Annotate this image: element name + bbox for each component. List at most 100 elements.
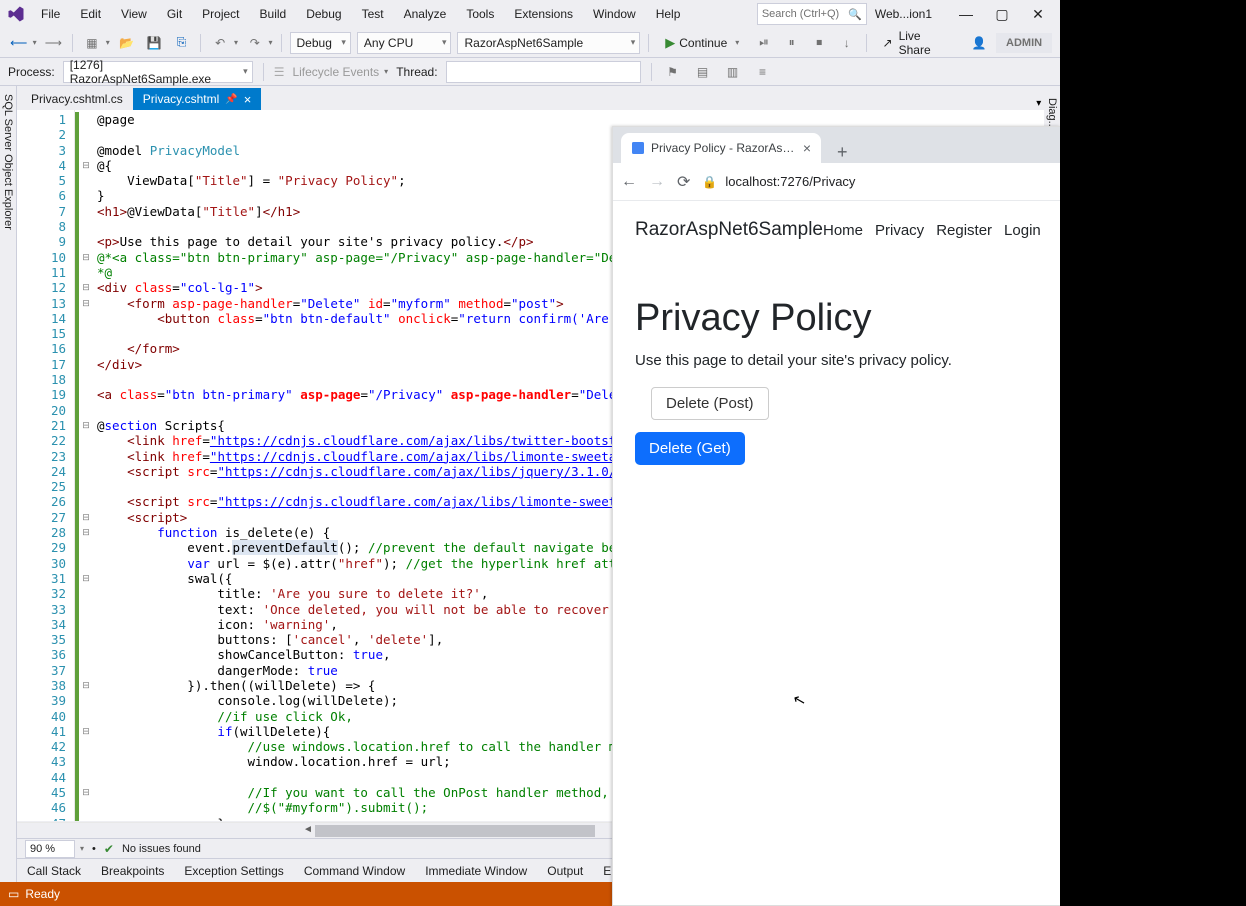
black-background [1060, 0, 1246, 906]
browser-tab-title: Privacy Policy - RazorAspNet6Sa [651, 141, 797, 155]
nav-link-home[interactable]: Home [823, 222, 863, 239]
bottom-tab-output[interactable]: Output [537, 860, 593, 882]
site-brand[interactable]: RazorAspNet6Sample [635, 219, 823, 241]
status-text: Ready [25, 887, 60, 901]
search-icon: 🔍 [848, 8, 862, 21]
save-all-icon[interactable]: ⎘ [171, 32, 193, 54]
site-header: RazorAspNet6Sample Home Privacy Register Lo… [635, 219, 1038, 259]
admin-badge: ADMIN [996, 33, 1052, 53]
line-number-gutter: 1234567891011121314151617181920212223242… [17, 110, 75, 821]
menubar: FileEditViewGitProjectBuildDebugTestAnal… [32, 0, 689, 28]
menu-help[interactable]: Help [647, 3, 690, 25]
delete-post-button[interactable]: Delete (Post) [651, 387, 769, 420]
fold-gutter[interactable]: ⊟⊟⊟⊟⊟⊟⊟⊟⊟⊟⊟ [79, 110, 93, 821]
tab-dropdown-icon[interactable]: ▾ [1036, 98, 1041, 109]
feedback-icon[interactable]: 👤 [968, 32, 990, 54]
continue-button[interactable]: ▶Continue▾ [657, 35, 747, 51]
menu-view[interactable]: View [112, 3, 156, 25]
tab-label: Privacy.cshtml [143, 92, 219, 106]
target-dropdown[interactable]: RazorAspNet6Sample [457, 32, 640, 54]
browser-tab-strip: Privacy Policy - RazorAspNet6Sa × + [613, 127, 1060, 163]
browser-tab[interactable]: Privacy Policy - RazorAspNet6Sa × [621, 133, 821, 163]
search-input[interactable]: Search (Ctrl+Q) 🔍 [757, 3, 867, 25]
menu-file[interactable]: File [32, 3, 69, 25]
bottom-tab-command-window[interactable]: Command Window [294, 860, 415, 882]
menu-edit[interactable]: Edit [71, 3, 110, 25]
bottom-tab-breakpoints[interactable]: Breakpoints [91, 860, 174, 882]
nav-links: Home Privacy Register Login [823, 222, 1041, 239]
check-icon: ✔ [104, 842, 114, 856]
zoom-dropdown[interactable]: 90 % [25, 840, 75, 858]
thread-input[interactable] [446, 61, 641, 83]
issues-label: No issues found [122, 843, 201, 855]
menu-extensions[interactable]: Extensions [505, 3, 582, 25]
menu-window[interactable]: Window [584, 3, 645, 25]
delete-get-button[interactable]: Delete (Get) [635, 432, 745, 465]
minimize-button[interactable]: — [956, 4, 976, 24]
page-favicon-icon [631, 141, 645, 155]
tab-label: Privacy.cshtml.cs [31, 92, 123, 106]
lifecycle-label[interactable]: Lifecycle Events [292, 65, 379, 79]
main-toolbar: ⟵▾ ⟶ ▦▾ 📂 💾 ⎘ ↶▾ ↷▾ Debug Any CPU RazorA… [0, 28, 1060, 58]
debug-icon-2[interactable]: ⏸ [781, 32, 803, 54]
reload-button[interactable]: ⟳ [677, 172, 690, 192]
tab-privacy-cs[interactable]: Privacy.cshtml.cs [21, 88, 133, 110]
maximize-button[interactable]: ▢ [992, 4, 1012, 24]
menu-build[interactable]: Build [251, 3, 296, 25]
platform-dropdown[interactable]: Any CPU [357, 32, 452, 54]
bullet-icon: • [92, 843, 96, 855]
new-tab-button[interactable]: + [831, 142, 854, 163]
close-tab-icon[interactable]: × [244, 92, 252, 107]
nav-link-register[interactable]: Register [936, 222, 992, 239]
debug-icon-3[interactable]: ⏹ [808, 32, 830, 54]
address-bar[interactable]: 🔒 localhost:7276/Privacy [702, 174, 1052, 189]
lock-icon: 🔒 [702, 175, 717, 189]
debug-icon-1[interactable]: ⏯ [753, 32, 775, 54]
open-file-icon[interactable]: 📂 [116, 32, 138, 54]
search-placeholder: Search (Ctrl+Q) [762, 8, 839, 20]
config-dropdown[interactable]: Debug [290, 32, 351, 54]
stack3-icon[interactable]: ≡ [752, 61, 774, 83]
close-button[interactable]: ✕ [1028, 4, 1048, 24]
page-paragraph: Use this page to detail your site's priv… [635, 352, 1038, 369]
process-toolbar: Process: [1276] RazorAspNet6Sample.exe ☰… [0, 58, 1060, 86]
page-content: RazorAspNet6Sample Home Privacy Register Lo… [613, 201, 1060, 905]
thread-label: Thread: [396, 65, 437, 79]
nav-link-privacy[interactable]: Privacy [875, 222, 924, 239]
live-share-button[interactable]: ↗Live Share [875, 29, 963, 57]
solution-name: Web...ion1 [875, 7, 932, 21]
nav-forward-icon[interactable]: ⟶ [43, 32, 65, 54]
share-icon: ↗ [883, 36, 893, 50]
menu-analyze[interactable]: Analyze [395, 3, 456, 25]
bottom-tab-call-stack[interactable]: Call Stack [17, 860, 91, 882]
nav-back-icon[interactable]: ⟵ [8, 32, 30, 54]
close-tab-icon[interactable]: × [803, 140, 811, 156]
stack-icon[interactable]: ▤ [692, 61, 714, 83]
forward-button[interactable]: → [649, 173, 665, 191]
new-item-icon[interactable]: ▦ [81, 32, 103, 54]
menu-project[interactable]: Project [193, 3, 248, 25]
titlebar: FileEditViewGitProjectBuildDebugTestAnal… [0, 0, 1060, 28]
menu-git[interactable]: Git [158, 3, 191, 25]
back-button[interactable]: ← [621, 173, 637, 191]
browser-toolbar: ← → ⟳ 🔒 localhost:7276/Privacy [613, 163, 1060, 201]
lifecycle-icon: ☰ [274, 65, 285, 79]
redo-icon[interactable]: ↷ [244, 32, 266, 54]
tab-privacy-cshtml[interactable]: Privacy.cshtml 📌 × [133, 88, 262, 110]
pin-icon[interactable]: 📌 [225, 94, 237, 105]
status-icon: ▭ [8, 887, 19, 901]
bottom-tab-exception-settings[interactable]: Exception Settings [174, 860, 293, 882]
sql-explorer-tab[interactable]: SQL Server Object Explorer [0, 86, 17, 882]
menu-tools[interactable]: Tools [457, 3, 503, 25]
menu-test[interactable]: Test [353, 3, 393, 25]
process-dropdown[interactable]: [1276] RazorAspNet6Sample.exe [63, 61, 253, 83]
debug-icon-4[interactable]: ↓ [836, 32, 858, 54]
save-icon[interactable]: 💾 [143, 32, 165, 54]
undo-icon[interactable]: ↶ [209, 32, 231, 54]
stack2-icon[interactable]: ▥ [722, 61, 744, 83]
nav-link-login[interactable]: Login [1004, 222, 1041, 239]
bottom-tab-immediate-window[interactable]: Immediate Window [415, 860, 537, 882]
menu-debug[interactable]: Debug [297, 3, 350, 25]
flag-icon[interactable]: ⚑ [662, 61, 684, 83]
cursor-icon: ↖ [791, 690, 808, 711]
